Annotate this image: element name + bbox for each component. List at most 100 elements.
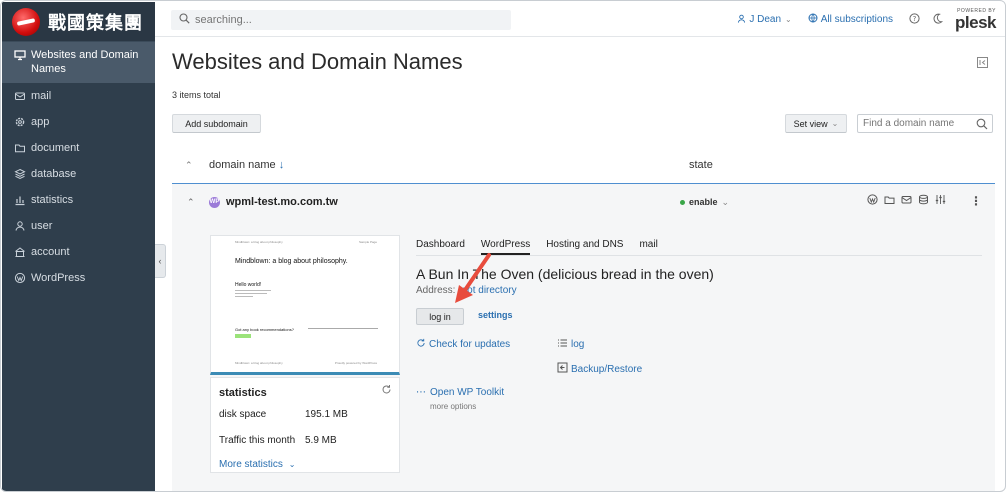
- traffic-value: 5.9 MB: [305, 435, 337, 446]
- open-wp-toolkit-link[interactable]: ⋯ Open WP Toolkit: [416, 387, 504, 398]
- statistics-card: statistics disk space 195.1 MB Traffic t…: [210, 377, 400, 473]
- page-title: Websites and Domain Names: [172, 49, 463, 74]
- user-icon: [737, 14, 749, 26]
- mail-icon[interactable]: [901, 194, 912, 205]
- sidebar-item-document[interactable]: document: [2, 135, 155, 161]
- find-domain-input[interactable]: [863, 118, 973, 129]
- disk-space-row: disk space 195.1 MB: [219, 409, 391, 420]
- help-button[interactable]: ?: [909, 12, 920, 27]
- tab-mail[interactable]: mail: [639, 239, 657, 255]
- search-input[interactable]: [195, 14, 495, 26]
- header-actions: J Dean ⌄ All subscriptions ? POWERED BY …: [737, 2, 996, 37]
- annotation-arrow-icon: [455, 253, 491, 303]
- domain-name-link[interactable]: wpml-test.mo.com.tw: [226, 196, 680, 208]
- column-domain-label: domain name: [209, 159, 276, 171]
- site-preview-thumbnail[interactable]: Mindblown: a blog about philosophy Sampl…: [210, 235, 400, 375]
- backup-icon: [557, 362, 571, 376]
- sidebar-item-label: app: [31, 116, 50, 128]
- sidebar-item-account[interactable]: account: [2, 239, 155, 265]
- traffic-row: Traffic this month 5.9 MB: [219, 435, 391, 446]
- more-actions-icon[interactable]: ⋮: [970, 194, 982, 208]
- list-icon: [557, 338, 571, 351]
- check-updates-link[interactable]: Check for updates: [416, 338, 510, 351]
- subscriptions-menu[interactable]: All subscriptions: [808, 13, 893, 26]
- disk-space-label: disk space: [219, 409, 267, 420]
- find-domain-box[interactable]: [857, 114, 993, 133]
- backup-restore-label: Backup/Restore: [571, 363, 643, 375]
- mail-icon: [14, 90, 26, 102]
- open-wp-toolkit-label: Open WP Toolkit: [430, 387, 505, 398]
- plesk-wordmark: plesk: [955, 12, 996, 32]
- sidebar-item-database[interactable]: database: [2, 161, 155, 187]
- preview-heading: Mindblown: a blog about philosophy.: [235, 258, 348, 265]
- pin-to-panel-icon[interactable]: [977, 57, 988, 68]
- sidebar-item-label: database: [31, 168, 77, 180]
- sidebar-item-label: account: [31, 246, 70, 258]
- preview-book: Got any book recommendations?: [235, 327, 294, 332]
- domain-details-panel: Mindblown: a blog about philosophy Sampl…: [172, 220, 995, 491]
- sidebar-item-label: mail: [31, 90, 52, 102]
- wordpress-icon: [14, 272, 26, 284]
- settings-link[interactable]: settings: [478, 310, 513, 320]
- collapse-all-icon[interactable]: ⌃: [185, 160, 209, 171]
- sort-arrow-icon: ↓: [278, 159, 285, 171]
- svg-text:?: ?: [913, 15, 917, 23]
- refresh-icon[interactable]: [381, 384, 392, 398]
- sidebar-item-label: Websites and Domain Names: [31, 49, 139, 75]
- database-icon: [14, 168, 26, 180]
- database-icon[interactable]: [918, 194, 929, 205]
- refresh-icon: [416, 338, 429, 351]
- log-link[interactable]: log: [557, 338, 584, 351]
- set-view-label: Set view: [793, 118, 828, 129]
- sidebar-item-websites[interactable]: Websites and Domain Names: [2, 42, 155, 83]
- user-menu[interactable]: J Dean ⌄: [737, 14, 792, 26]
- row-collapse-icon[interactable]: ⌃: [187, 197, 209, 208]
- state-label: enable: [689, 197, 718, 207]
- logo-mark-icon: [12, 7, 40, 36]
- ellipsis-icon: ⋯: [416, 387, 426, 398]
- preview-footer-right: Proudly powered by WordPress: [334, 361, 377, 365]
- column-domain-name[interactable]: domain name ↓: [209, 159, 689, 171]
- search-icon: [179, 13, 190, 27]
- logo-text: 戰國策集團: [48, 12, 143, 34]
- sidebar-item-label: user: [31, 220, 53, 232]
- wordpress-icon[interactable]: [867, 194, 878, 205]
- preview-hello: Hello world!: [235, 282, 262, 288]
- add-subdomain-button[interactable]: Add subdomain: [172, 114, 261, 133]
- sliders-icon[interactable]: [935, 194, 946, 205]
- moon-icon: [932, 13, 944, 27]
- preview-rule: [308, 328, 378, 329]
- table-row: ⌃ WP wpml-test.mo.com.tw enable ⌄ ⋮: [172, 184, 995, 220]
- column-state[interactable]: state: [689, 159, 713, 171]
- sidebar-nav: Websites and Domain Names mail app docum…: [2, 42, 155, 291]
- preview-footer-left: Mindblown: a blog about philosophy: [235, 361, 283, 365]
- more-options-text: more options: [430, 402, 477, 411]
- sidebar-item-user[interactable]: user: [2, 213, 155, 239]
- sidebar-item-mail[interactable]: mail: [2, 83, 155, 109]
- sidebar-item-app[interactable]: app: [2, 109, 155, 135]
- more-statistics-link[interactable]: More statistics ⌄: [219, 459, 391, 470]
- plesk-logo: POWERED BY plesk: [955, 8, 996, 32]
- search-box[interactable]: [171, 10, 511, 30]
- sidebar-item-wordpress[interactable]: WordPress: [2, 265, 155, 291]
- account-icon: [14, 246, 26, 258]
- folder-icon: [14, 142, 26, 154]
- tab-hosting-dns[interactable]: Hosting and DNS: [546, 239, 623, 255]
- row-action-icons: [867, 194, 952, 205]
- backup-restore-link[interactable]: Backup/Restore: [557, 362, 642, 376]
- preview-button: [235, 334, 251, 338]
- sidebar-collapse-toggle[interactable]: ‹: [155, 244, 166, 278]
- subscriptions-label: All subscriptions: [820, 14, 894, 25]
- theme-toggle[interactable]: [932, 13, 944, 27]
- folder-icon[interactable]: [884, 194, 895, 205]
- help-icon: ?: [909, 12, 920, 27]
- sidebar-item-statistics[interactable]: statistics: [2, 187, 155, 213]
- state-dropdown[interactable]: enable ⌄: [680, 197, 729, 208]
- brand-logo[interactable]: 戰國策集團: [2, 2, 155, 42]
- set-view-button[interactable]: Set view ⌄: [785, 114, 847, 133]
- log-label: log: [571, 339, 585, 350]
- globe-icon: [808, 13, 821, 26]
- gear-icon: [14, 116, 26, 128]
- sidebar-item-label: document: [31, 142, 80, 154]
- items-total: 3 items total: [172, 90, 221, 100]
